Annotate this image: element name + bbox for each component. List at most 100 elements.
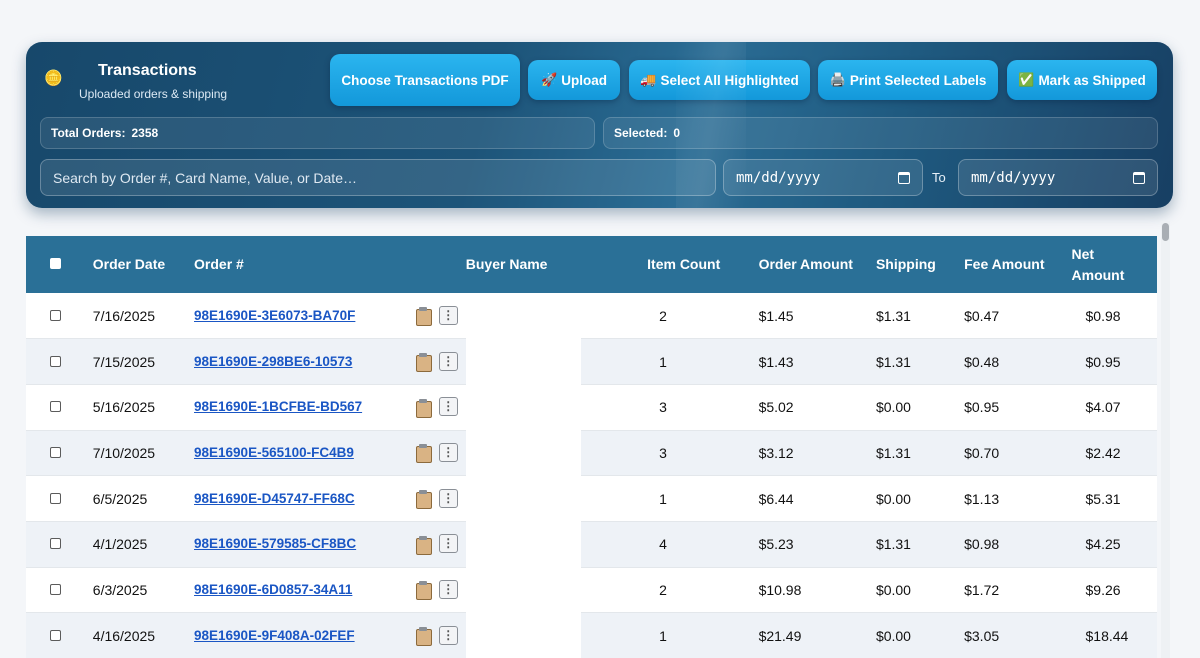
- col-order-date[interactable]: Order Date: [84, 236, 187, 293]
- clipboard-icon[interactable]: [415, 352, 432, 373]
- table-row[interactable]: 7/10/2025 98E1690E-565100-FC4B9 ⋮ 3 $3.12 $1.…: [26, 430, 1157, 477]
- date-to-input[interactable]: mm/dd/yyyy: [958, 159, 1158, 196]
- check-mark-icon: ✅: [1018, 72, 1035, 87]
- buyer-name-cell: [465, 475, 582, 522]
- more-options-icon[interactable]: ⋮: [438, 351, 458, 371]
- col-shipping[interactable]: Shipping: [873, 236, 963, 293]
- table-row[interactable]: 7/15/2025 98E1690E-298BE6-10573 ⋮ 1 $1.43 $1.…: [26, 338, 1157, 385]
- row-checkbox[interactable]: [49, 401, 61, 413]
- more-options-icon[interactable]: ⋮: [438, 534, 458, 554]
- row-checkbox[interactable]: [49, 446, 61, 458]
- calendar-icon[interactable]: [1133, 171, 1145, 184]
- more-options-icon[interactable]: ⋮: [438, 397, 458, 417]
- col-buyer-name[interactable]: Buyer Name: [465, 236, 582, 293]
- search-placeholder: Search by Order #, Card Name, Value, or …: [53, 169, 357, 186]
- table-row[interactable]: 4/1/2025 98E1690E-579585-CF8BC ⋮ 4 $5.23 $1.3…: [26, 521, 1157, 568]
- select-all-checkbox[interactable]: [49, 258, 61, 269]
- row-checkbox[interactable]: [49, 309, 61, 321]
- shipping-cell: $0.00: [873, 567, 963, 614]
- row-checkbox[interactable]: [49, 583, 61, 595]
- order-link[interactable]: 98E1690E-298BE6-10573: [194, 354, 352, 369]
- clipboard-icon[interactable]: [415, 306, 432, 327]
- clipboard-icon[interactable]: [415, 443, 432, 464]
- upload-button[interactable]: 🚀 Upload: [528, 60, 620, 100]
- order-amount-cell: $10.98: [758, 567, 874, 614]
- order-number-cell: 98E1690E-565100-FC4B9 ⋮: [186, 430, 466, 477]
- select-all-header: [26, 236, 85, 293]
- shipping-cell: $0.00: [873, 612, 963, 658]
- order-date-cell: 5/16/2025: [84, 384, 187, 431]
- order-link[interactable]: 98E1690E-1BCFBE-BD567: [194, 399, 362, 414]
- select-all-highlighted-button[interactable]: 🚚 Select All Highlighted: [629, 60, 810, 100]
- col-order-amount[interactable]: Order Amount: [758, 236, 874, 293]
- shipping-cell: $1.31: [873, 521, 963, 568]
- item-count-cell: 2: [581, 567, 759, 614]
- net-amount-cell: $0.98: [1065, 293, 1157, 340]
- shipping-cell: $1.31: [873, 293, 963, 340]
- total-orders-label: Total Orders:: [51, 126, 126, 140]
- selected-stat: Selected: 0: [603, 117, 1158, 149]
- more-options-icon[interactable]: ⋮: [438, 442, 458, 462]
- date-to-value: mm/dd/yyyy: [971, 169, 1056, 186]
- more-options-icon[interactable]: ⋮: [438, 579, 458, 599]
- date-from-input[interactable]: mm/dd/yyyy: [723, 159, 923, 196]
- table-row[interactable]: 7/16/2025 98E1690E-3E6073-BA70F ⋮ 2 $1.45 $1.…: [26, 293, 1157, 340]
- select-all-label: Select All Highlighted: [660, 72, 799, 88]
- table-row[interactable]: 5/16/2025 98E1690E-1BCFBE-BD567 ⋮ 3 $5.02 $0.…: [26, 384, 1157, 431]
- order-number-cell: 98E1690E-9F408A-02FEF ⋮: [186, 612, 466, 658]
- net-amount-cell: $4.25: [1065, 521, 1157, 568]
- row-checkbox[interactable]: [49, 538, 61, 550]
- item-count-cell: 1: [581, 612, 759, 658]
- order-link[interactable]: 98E1690E-579585-CF8BC: [194, 536, 356, 551]
- fee-amount-cell: $0.47: [962, 293, 1066, 340]
- page-title: Transactions: [98, 62, 197, 79]
- row-checkbox[interactable]: [49, 629, 61, 641]
- fee-amount-cell: $0.98: [962, 521, 1066, 568]
- col-net-amount[interactable]: Net Amount: [1065, 236, 1157, 293]
- order-link[interactable]: 98E1690E-D45747-FF68C: [194, 491, 355, 506]
- col-fee-amount[interactable]: Fee Amount: [962, 236, 1066, 293]
- table-row[interactable]: 4/16/2025 98E1690E-9F408A-02FEF ⋮ 1 $21.49 $0…: [26, 612, 1157, 658]
- order-link[interactable]: 98E1690E-3E6073-BA70F: [194, 308, 355, 323]
- coin-stack-icon: 🪙: [44, 70, 63, 87]
- order-date-cell: 6/5/2025: [84, 475, 187, 522]
- more-options-icon[interactable]: ⋮: [438, 305, 458, 325]
- row-select-cell: [26, 475, 85, 522]
- item-count-cell: 3: [581, 430, 759, 477]
- date-from-value: mm/dd/yyyy: [736, 169, 821, 186]
- mark-shipped-button[interactable]: ✅ Mark as Shipped: [1007, 60, 1157, 100]
- vertical-scrollbar[interactable]: [1161, 221, 1170, 658]
- print-labels-button[interactable]: 🖨️ Print Selected Labels: [818, 60, 998, 100]
- row-select-cell: [26, 293, 85, 340]
- clipboard-icon[interactable]: [415, 626, 432, 647]
- row-select-cell: [26, 338, 85, 385]
- search-input[interactable]: Search by Order #, Card Name, Value, or …: [40, 159, 716, 196]
- order-date-cell: 7/16/2025: [84, 293, 187, 340]
- row-select-cell: [26, 521, 85, 568]
- col-order-number[interactable]: Order #: [186, 236, 466, 293]
- row-checkbox[interactable]: [49, 492, 61, 504]
- row-checkbox[interactable]: [49, 355, 61, 367]
- calendar-icon[interactable]: [898, 171, 910, 184]
- clipboard-icon[interactable]: [415, 489, 432, 510]
- net-amount-cell: $2.42: [1065, 430, 1157, 477]
- order-amount-cell: $5.02: [758, 384, 874, 431]
- more-options-icon[interactable]: ⋮: [438, 625, 458, 645]
- table-row[interactable]: 6/3/2025 98E1690E-6D0857-34A11 ⋮ 2 $10.98 $0.…: [26, 567, 1157, 614]
- total-orders-stat: Total Orders: 2358: [40, 117, 595, 149]
- order-link[interactable]: 98E1690E-6D0857-34A11: [194, 582, 352, 597]
- order-link[interactable]: 98E1690E-9F408A-02FEF: [194, 628, 355, 643]
- order-number-cell: 98E1690E-3E6073-BA70F ⋮: [186, 293, 466, 340]
- col-item-count[interactable]: Item Count: [581, 236, 759, 293]
- scrollbar-thumb[interactable]: [1162, 223, 1169, 241]
- clipboard-icon[interactable]: [415, 580, 432, 601]
- table-row[interactable]: 6/5/2025 98E1690E-D45747-FF68C ⋮ 1 $6.44 $0.0…: [26, 475, 1157, 522]
- selected-label: Selected:: [614, 126, 668, 140]
- more-options-icon[interactable]: ⋮: [438, 488, 458, 508]
- net-amount-cell: $18.44: [1065, 612, 1157, 658]
- order-link[interactable]: 98E1690E-565100-FC4B9: [194, 445, 354, 460]
- clipboard-icon[interactable]: [415, 398, 432, 418]
- clipboard-icon[interactable]: [415, 535, 432, 555]
- shipping-cell: $1.31: [873, 338, 963, 385]
- choose-pdf-button[interactable]: Choose Transactions PDF: [330, 54, 520, 106]
